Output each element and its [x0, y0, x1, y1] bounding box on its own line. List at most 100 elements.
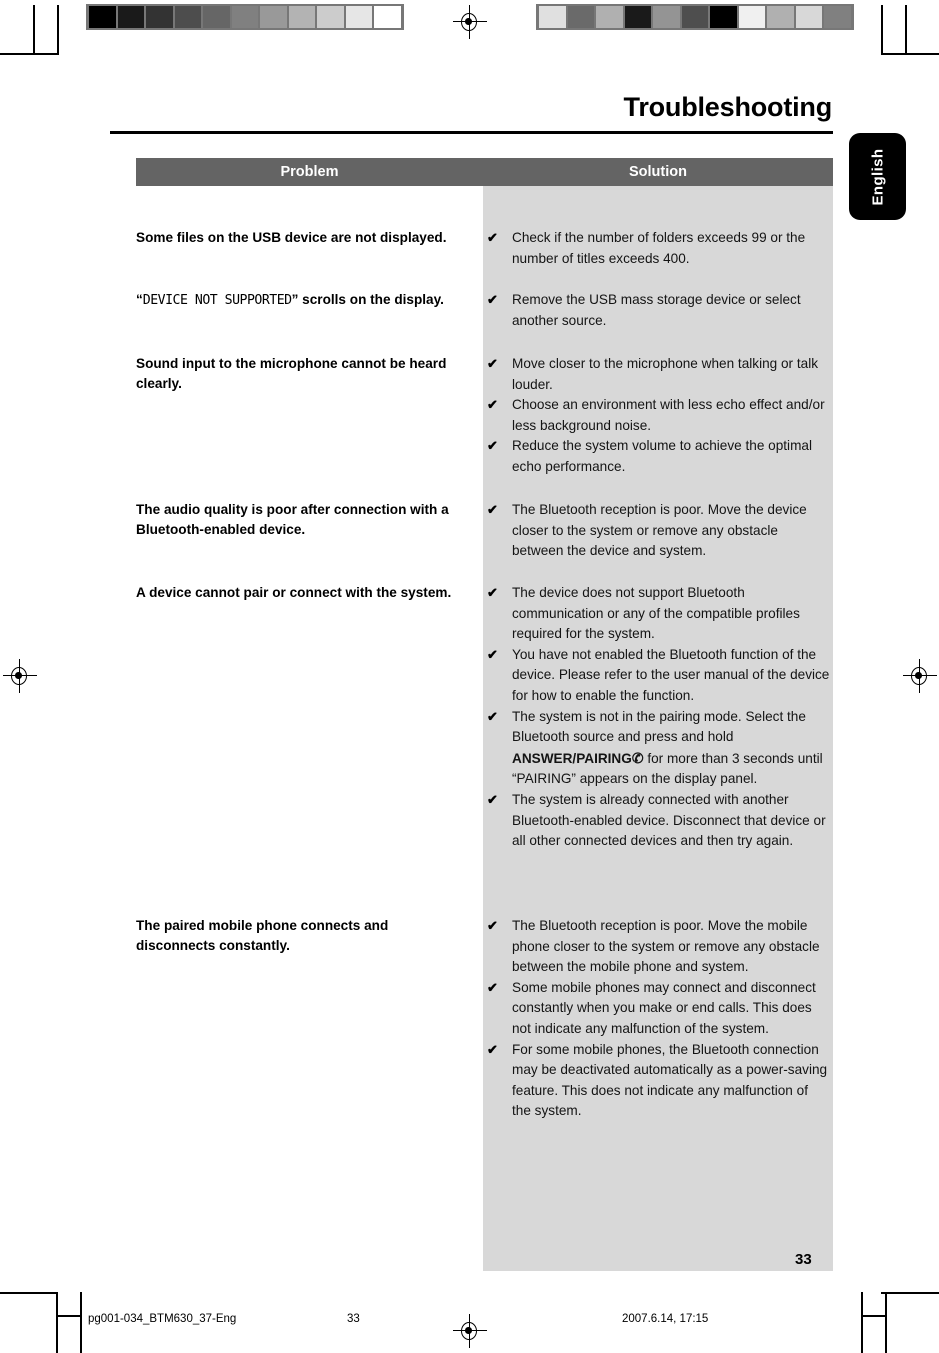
checkmark-icon: ✔	[487, 708, 498, 724]
solution-text: Remove the USB mass storage device or se…	[512, 292, 801, 328]
crop-mark-bottom-right-rule	[881, 1292, 939, 1294]
crop-mark-bottom-right-corner	[861, 1315, 887, 1317]
checkmark-icon: ✔	[487, 230, 498, 245]
solution-list-item: ✔ The device does not support Bluetooth c…	[483, 583, 833, 645]
calibration-swatch-7	[738, 6, 766, 28]
solution-text: Some mobile phones may connect and disco…	[512, 979, 816, 1036]
problem-cell: “DEVICE NOT SUPPORTED” scrolls on the di…	[136, 290, 466, 311]
calibration-swatch-5	[681, 6, 709, 28]
registration-target-icon-right	[903, 659, 937, 693]
problem-cell: Sound input to the microphone cannot be …	[136, 354, 466, 393]
answer-pairing-button-label: ANSWER/PAIRING	[512, 750, 632, 766]
solution-text: Move closer to the microphone when talki…	[512, 356, 819, 392]
problem-cell: The paired mobile phone connects and dis…	[136, 916, 466, 955]
table-header-problem: Problem	[280, 164, 339, 180]
solution-cell: ✔ Check if the number of folders exceeds …	[483, 228, 833, 269]
problem-text: A device cannot pair or connect with the…	[136, 585, 452, 600]
calibration-swatch-1	[567, 6, 595, 28]
solution-list-item: ✔ For some mobile phones, the Bluetooth c…	[483, 1040, 833, 1122]
phone-handset-icon: ✆	[631, 749, 644, 766]
calibration-strip-left	[86, 4, 404, 30]
troubleshooting-table: Problem Solution Some files on the USB d…	[136, 158, 833, 1271]
solution-cell: ✔ The Bluetooth reception is poor. Move t…	[483, 916, 833, 1122]
problem-column: Some files on the USB device are not dis…	[136, 186, 483, 1271]
crop-mark-bottom-left-corner	[56, 1315, 82, 1317]
checkmark-icon: ✔	[487, 292, 498, 307]
calibration-swatch-9	[795, 6, 823, 28]
solution-text: The system is already connected with ano…	[512, 791, 826, 849]
calibration-strip-right	[536, 4, 854, 30]
checkmark-icon: ✔	[487, 1041, 498, 1057]
calibration-swatch-0	[539, 6, 566, 28]
crop-mark-top-right-c	[881, 53, 939, 55]
registration-target-icon-bottom	[453, 1314, 487, 1348]
solution-cell: ✔ The Bluetooth reception is poor. Move t…	[483, 500, 833, 562]
solution-text: You have not enabled the Bluetooth funct…	[512, 646, 830, 703]
problem-cell: Some files on the USB device are not dis…	[136, 228, 466, 248]
problem-text: Some files on the USB device are not dis…	[136, 230, 447, 245]
crop-mark-top-left-a	[33, 5, 35, 55]
page-title: Troubleshooting	[623, 92, 833, 122]
registration-target-icon-top	[453, 5, 487, 39]
table-header-row: Problem Solution	[136, 158, 833, 186]
calibration-swatch-1	[117, 6, 145, 28]
checkmark-icon: ✔	[487, 646, 498, 662]
calibration-swatch-8	[767, 6, 794, 28]
language-tab-label: English	[869, 148, 886, 205]
solution-text: Check if the number of folders exceeds 9…	[512, 230, 806, 266]
footer-file-name: pg001-034_BTM630_37-Eng	[88, 1313, 237, 1325]
calibration-swatch-10	[824, 6, 852, 28]
calibration-swatch-5	[231, 6, 259, 28]
problem-text: ” scrolls on the display.	[291, 292, 444, 307]
calibration-swatch-9	[345, 6, 373, 28]
solution-list-item: ✔ Remove the USB mass storage device or s…	[483, 290, 833, 331]
solution-list-item: ✔ The system is not in the pairing mode. …	[483, 707, 833, 790]
registration-target-icon-left	[3, 659, 37, 693]
problem-cell: A device cannot pair or connect with the…	[136, 583, 466, 603]
solution-text: For some mobile phones, the Bluetooth co…	[512, 1041, 828, 1119]
solution-list-item: ✔ The Bluetooth reception is poor. Move t…	[483, 500, 833, 562]
solution-list-item: ✔ The Bluetooth reception is poor. Move t…	[483, 916, 833, 978]
calibration-swatch-6	[710, 6, 737, 28]
title-divider	[110, 131, 833, 134]
crop-mark-top-left-b	[57, 5, 59, 55]
checkmark-icon: ✔	[487, 502, 498, 517]
solution-list-item: ✔ Choose an environment with less echo ef…	[483, 395, 833, 436]
problem-cell: The audio quality is poor after connecti…	[136, 500, 466, 539]
solution-text: The Bluetooth reception is poor. Move th…	[512, 918, 820, 975]
lcd-display-text: DEVICE NOT SUPPORTED	[142, 293, 292, 308]
solution-list-item: ✔ Reduce the system volume to achieve the…	[483, 436, 833, 477]
calibration-swatch-3	[174, 6, 202, 28]
calibration-swatch-7	[288, 6, 316, 28]
problem-text: Sound input to the microphone cannot be …	[136, 356, 447, 391]
solution-list-item: ✔ Some mobile phones may connect and disc…	[483, 978, 833, 1040]
solution-text-before: The system is not in the pairing mode. S…	[512, 708, 806, 745]
calibration-swatch-8	[317, 6, 344, 28]
solution-text: Choose an environment with less echo eff…	[512, 397, 825, 433]
footer-timestamp: 2007.6.14, 17:15	[622, 1313, 709, 1325]
solution-cell: ✔ Remove the USB mass storage device or s…	[483, 290, 833, 331]
table-header-solution: Solution	[629, 164, 687, 180]
checkmark-icon: ✔	[487, 979, 498, 995]
crop-mark-top-right-a	[881, 5, 883, 55]
solution-text: The Bluetooth reception is poor. Move th…	[512, 502, 807, 559]
problem-text: The paired mobile phone connects and dis…	[136, 918, 389, 953]
problem-text: The audio quality is poor after connecti…	[136, 502, 449, 537]
calibration-swatch-2	[146, 6, 173, 28]
calibration-swatch-10	[374, 6, 402, 28]
calibration-swatch-4	[653, 6, 680, 28]
problem-text: “	[136, 292, 143, 307]
solution-list-item: ✔ The system is already connected with an…	[483, 790, 833, 852]
crop-mark-bottom-left-a	[56, 1292, 58, 1353]
calibration-swatch-3	[624, 6, 652, 28]
crop-mark-top-right-b	[905, 5, 907, 55]
footer-page-number: 33	[347, 1313, 360, 1325]
solution-cell: ✔ Move closer to the microphone when talk…	[483, 354, 833, 478]
checkmark-icon: ✔	[487, 356, 498, 371]
solution-text: The device does not support Bluetooth co…	[512, 585, 800, 642]
checkmark-icon: ✔	[487, 585, 498, 600]
solution-text: The system is not in the pairing mode. S…	[512, 707, 833, 790]
solution-list-item: ✔ Check if the number of folders exceeds …	[483, 228, 833, 269]
crop-mark-bottom-right-a	[861, 1292, 863, 1353]
checkmark-icon: ✔	[487, 438, 498, 454]
